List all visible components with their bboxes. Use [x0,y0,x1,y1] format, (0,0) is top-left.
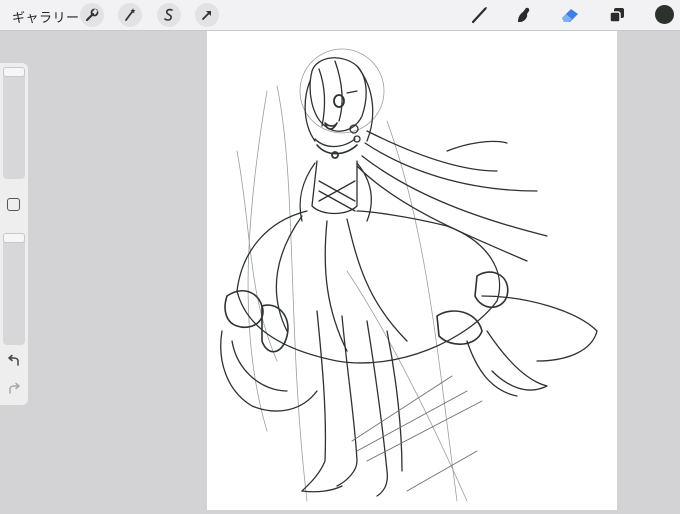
brush-size-slider[interactable] [3,67,25,179]
top-toolbar: ギャラリー [0,0,680,31]
opacity-slider[interactable] [3,233,25,345]
brush-tool-button[interactable] [468,3,492,27]
selection-s-icon [164,8,173,21]
sketch-drawing [220,48,598,502]
color-picker-button[interactable] [655,5,674,24]
selection-button[interactable] [157,3,181,27]
undo-arrow-icon[interactable] [6,353,22,369]
wrench-icon [85,8,99,22]
transform-button[interactable] [195,3,219,27]
layers-icon [609,8,624,23]
drawing-canvas[interactable] [207,31,617,510]
redo-arrow-icon[interactable] [6,381,22,397]
eraser-icon [562,9,578,22]
adjustments-button[interactable] [118,3,142,27]
left-sidebar [0,63,28,405]
smudge-tool-button[interactable] [512,3,536,27]
layers-button[interactable] [605,3,629,27]
modify-button[interactable] [7,198,20,211]
smudge-finger-icon [518,7,530,22]
opacity-slider-thumb[interactable] [3,233,25,243]
arrow-cursor-icon [202,11,211,20]
brush-icon [471,7,487,24]
actions-button[interactable] [80,3,104,27]
magic-wand-icon [125,8,136,21]
eraser-tool-button[interactable] [558,3,582,27]
brush-size-slider-thumb[interactable] [3,67,25,77]
gallery-button[interactable]: ギャラリー [12,7,80,26]
